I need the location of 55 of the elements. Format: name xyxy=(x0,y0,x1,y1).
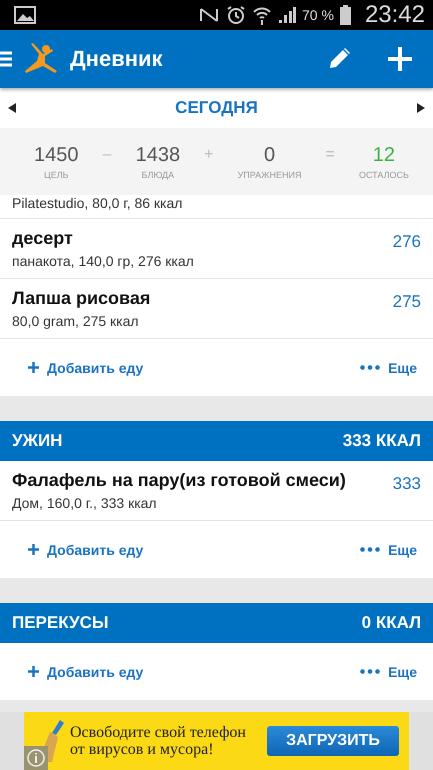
operator-sign: = xyxy=(326,146,335,164)
previous-day-button[interactable] xyxy=(8,103,16,113)
battery-icon xyxy=(340,5,351,25)
food-detail: 80,0 gram, 275 ккал xyxy=(12,313,140,329)
calorie-value: 1438 xyxy=(136,144,180,166)
food-detail: панакота, 140,0 гр, 276 ккал xyxy=(12,253,195,269)
menu-button[interactable] xyxy=(0,51,12,67)
more-dots-icon xyxy=(360,365,380,370)
food-calories: 275 xyxy=(392,292,421,313)
battery-percent: 70 % xyxy=(302,7,334,23)
add-food-button[interactable]: Добавить еду xyxy=(28,360,144,376)
more-button[interactable]: Еще xyxy=(360,664,417,680)
add-food-button[interactable]: Добавить еду xyxy=(28,664,144,680)
value-label: ОСТАЛОСЬ xyxy=(358,170,409,180)
wifi-icon xyxy=(252,5,272,25)
edit-button[interactable] xyxy=(327,47,351,71)
value-label: БЛЮДА xyxy=(142,170,174,180)
meal-calories: 333 ККАЛ xyxy=(342,431,421,451)
add-button[interactable] xyxy=(387,46,413,72)
next-day-button[interactable] xyxy=(417,103,425,113)
clock-time: 23:42 xyxy=(364,1,425,29)
food-name[interactable]: десерт xyxy=(12,228,393,249)
gallery-icon xyxy=(14,6,36,24)
plus-icon xyxy=(28,544,39,555)
meal-title: ПЕРЕКУСЫ xyxy=(12,613,109,633)
food-calories: 333 xyxy=(392,474,421,495)
operator-sign: + xyxy=(204,146,214,164)
more-dots-icon xyxy=(360,547,380,552)
mute-icon xyxy=(198,6,220,24)
calorie-value: 0 xyxy=(264,144,276,166)
calorie-value: 1450 xyxy=(34,144,79,166)
more-button[interactable]: Еще xyxy=(360,360,417,376)
more-dots-icon xyxy=(360,669,380,674)
meal-title: УЖИН xyxy=(12,431,62,451)
food-name[interactable]: Фалафель на пару(из готовой смеси) xyxy=(12,470,393,491)
food-detail: Дом, 160,0 г., 333 ккал xyxy=(12,495,158,511)
info-icon[interactable] xyxy=(24,746,48,770)
value-label: ЦЕЛЬ xyxy=(44,170,69,180)
screen-title: Дневник xyxy=(70,46,164,72)
meal-calories: 0 ККАЛ xyxy=(362,613,421,633)
add-food-button[interactable]: Добавить еду xyxy=(28,542,144,558)
plus-icon xyxy=(28,666,39,677)
food-calories: 276 xyxy=(392,232,421,253)
ad-text: от вирусов и мусора! xyxy=(70,741,215,758)
plus-icon xyxy=(28,362,39,373)
remaining-value: 12 xyxy=(372,144,396,166)
food-detail: Pilatestudio, 80,0 г, 86 ккал xyxy=(12,195,182,211)
more-button[interactable]: Еще xyxy=(360,542,417,558)
food-name[interactable]: Лапша рисовая xyxy=(12,288,393,309)
signal-icon xyxy=(278,6,296,24)
alarm-icon xyxy=(226,5,246,25)
ad-text: Освободите свой телефон xyxy=(70,724,246,741)
operator-sign: – xyxy=(102,146,112,164)
download-button[interactable]: ЗАГРУЗИТЬ xyxy=(267,726,399,756)
value-label: УПРАЖНЕНИЯ xyxy=(238,170,302,180)
